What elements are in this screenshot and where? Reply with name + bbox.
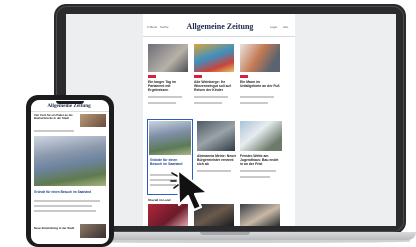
teaser-meta-line [194, 102, 222, 104]
teaser-meta-line [240, 176, 270, 178]
section-label: Überall im Land [148, 198, 171, 202]
phone-meta-line [34, 205, 92, 207]
teaser-meta-line [194, 96, 228, 98]
teaser-image[interactable] [240, 204, 280, 226]
phone-meta-line [34, 130, 74, 132]
plus-badge [194, 75, 202, 78]
teaser-image[interactable] [240, 121, 282, 151]
search-label: Suche [160, 25, 169, 29]
phone-site-logo[interactable]: Allgemeine Zeitung [44, 103, 94, 111]
teaser-headline[interactable]: Alte Weinberge: Ihr Winzerweingut soll a… [194, 80, 234, 92]
laptop-base-notch [200, 232, 250, 235]
phone-feature-image[interactable] [34, 136, 106, 186]
teaser-headline[interactable]: Ein langer Tag im Parlament mit Ergebnis… [148, 80, 188, 92]
teaser-meta-line [148, 96, 182, 98]
site-logo[interactable]: Allgemeine Zeitung [180, 22, 260, 32]
arrow-cursor-icon [170, 168, 210, 212]
login-button[interactable]: Login [270, 25, 277, 29]
teaser-headline[interactable]: Fenster-Wette am Jugendhaus: Bau endet i… [240, 154, 282, 166]
phone-nav-divider [31, 111, 109, 112]
teaser-headline[interactable]: Ein Mann im Unfallgebiete an der Fuß [240, 80, 280, 92]
plus-badge [148, 75, 156, 78]
plus-badge [240, 75, 248, 78]
phone-bottom-text[interactable]: Neue Entwicklung in der Stadt [34, 226, 78, 234]
teaser-image[interactable] [240, 44, 280, 72]
login-label: Login [270, 25, 278, 29]
teaser-image[interactable] [197, 121, 235, 151]
teaser-headline[interactable]: Alemannia Meine: Neuer Bürgermeister ern… [197, 154, 237, 166]
phone-feature-headline[interactable]: Gründe für einen Besuch im Saarland [34, 190, 106, 198]
teaser-image[interactable] [194, 44, 234, 72]
teaser-meta-line [240, 102, 268, 104]
teaser-meta-line [240, 96, 274, 98]
phone-meta-line [34, 200, 100, 202]
nav-divider [143, 36, 295, 37]
hamburger-icon: ≡ [147, 25, 149, 29]
search-button[interactable]: Suche [160, 25, 169, 29]
teaser-image[interactable] [148, 44, 188, 72]
abo-button[interactable]: Abo [283, 25, 288, 29]
menu-label: Menü [149, 25, 158, 29]
teaser-meta-line [148, 102, 176, 104]
abo-label: Abo [283, 25, 289, 29]
phone-meta-line [34, 210, 96, 212]
menu-button[interactable]: ≡ Menü [147, 25, 157, 29]
phone-top-headline[interactable]: Vier Cent für ein Paket an die Bücherbrü… [34, 114, 76, 126]
phone-teaser-image[interactable] [80, 224, 106, 238]
teaser-meta-line [240, 170, 276, 172]
phone-teaser-image[interactable] [80, 114, 106, 127]
